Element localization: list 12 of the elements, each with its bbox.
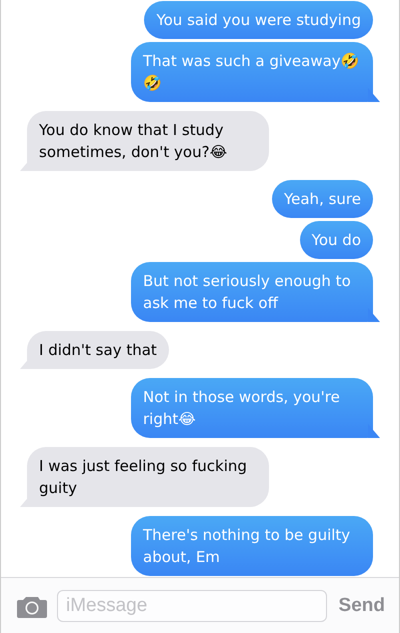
message-text: You do know that I study sometimes, don't you?😂 xyxy=(39,121,228,161)
send-button[interactable]: Send xyxy=(336,594,385,616)
message-text: I was just feeling so fucking guity xyxy=(39,457,247,497)
message-text: Yeah, sure xyxy=(284,190,361,208)
message-text: You said you were studying xyxy=(156,11,361,29)
message-text: That was such a giveaway🤣🤣 xyxy=(143,52,360,92)
message-text: I didn't say that xyxy=(39,341,157,359)
message-text: You do xyxy=(312,231,361,249)
message-text: There's nothing to be guilty about, Em xyxy=(143,526,350,566)
message-field[interactable]: iMessage xyxy=(57,590,327,622)
message-text: But not seriously enough to ask me to fuck off xyxy=(143,272,351,312)
message-text: Not in those words, you're right😂 xyxy=(143,388,340,428)
